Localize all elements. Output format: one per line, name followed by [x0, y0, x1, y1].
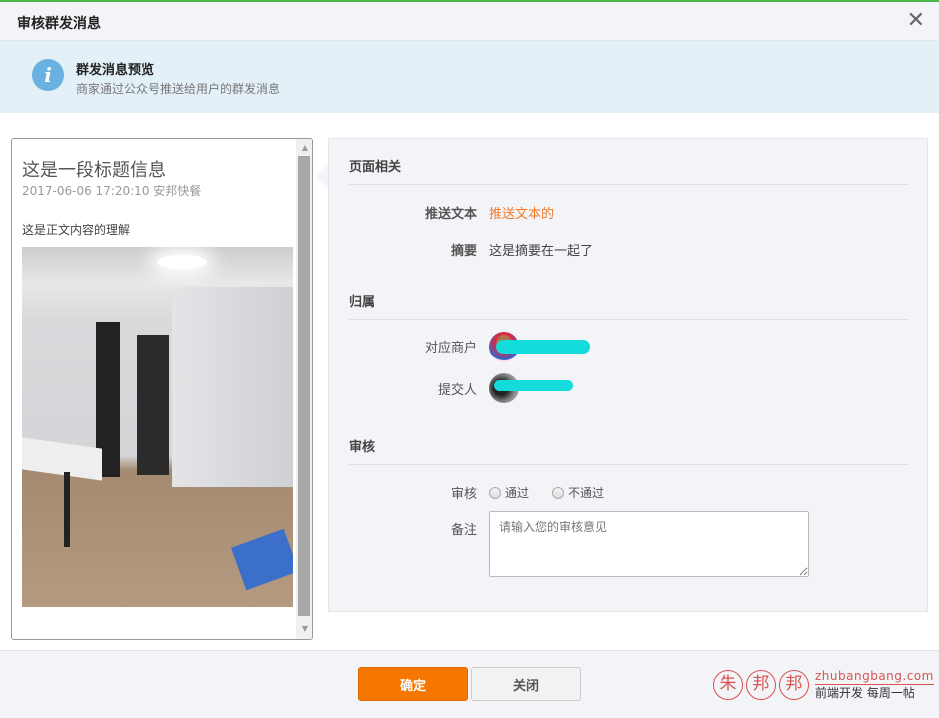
preview-title: 这是一段标题信息: [22, 160, 166, 181]
message-preview-panel: 这是一段标题信息 2017-06-06 17:20:10 安邦快餐 这是正文内容…: [11, 138, 313, 640]
confirm-button[interactable]: 确定: [358, 667, 468, 701]
radio-approve[interactable]: 通过: [489, 484, 529, 501]
radio-reject[interactable]: 不通过: [552, 484, 604, 501]
summary-value: 这是摘要在一起了: [489, 244, 594, 259]
section-heading-page: 页面相关: [349, 160, 402, 175]
close-button[interactable]: 关闭: [471, 667, 581, 701]
scrollbar-thumb[interactable]: [298, 156, 310, 616]
panel-pointer: [316, 165, 328, 189]
preview-meta: 2017-06-06 17:20:10 安邦快餐: [22, 184, 202, 198]
review-note-input[interactable]: [489, 511, 809, 577]
radio-circle-icon[interactable]: [489, 486, 501, 499]
scroll-up-icon[interactable]: ▲: [302, 143, 308, 152]
review-label: 审核: [450, 487, 477, 502]
watermark-slogan: 前端开发 每周一帖: [815, 686, 915, 700]
note-label: 备注: [450, 523, 477, 538]
dialog-title: 审核群发消息: [17, 16, 101, 32]
watermark-logo: 朱 邦 邦 zhubangbang.com 前端开发 每周一帖: [713, 668, 934, 701]
scrollbar[interactable]: ▲ ▼: [296, 139, 312, 639]
push-text-label: 推送文本: [424, 207, 477, 222]
details-panel: 页面相关 推送文本 推送文本的 摘要 这是摘要在一起了 归属 对应商户 提交人 …: [328, 138, 928, 612]
preview-body: 这是正文内容的理解: [22, 223, 131, 237]
banner-title: 群发消息预览: [76, 63, 155, 78]
section-heading-review: 审核: [349, 440, 376, 455]
merchant-name-redacted: [496, 340, 590, 354]
submitter-name-redacted: [494, 380, 573, 391]
preview-image: [22, 247, 293, 607]
merchant-label: 对应商户: [424, 341, 477, 356]
push-text-value: 推送文本的: [489, 207, 555, 222]
close-icon[interactable]: ✕: [907, 8, 925, 33]
watermark-seal: 邦: [746, 669, 776, 700]
section-heading-owner: 归属: [349, 295, 376, 310]
scroll-down-icon[interactable]: ▼: [302, 624, 308, 633]
radio-circle-icon[interactable]: [552, 486, 564, 499]
watermark-site: zhubangbang.com: [815, 669, 934, 685]
divider: [349, 464, 908, 465]
submitter-label: 提交人: [437, 383, 477, 398]
watermark-seal: 朱: [713, 669, 743, 700]
divider: [349, 319, 908, 320]
divider: [349, 184, 908, 185]
banner-subtitle: 商家通过公众号推送给用户的群发消息: [76, 82, 281, 96]
watermark-seal: 邦: [779, 669, 809, 700]
info-icon: i: [32, 59, 64, 91]
dialog-header: 审核群发消息 ✕: [0, 2, 939, 41]
summary-label: 摘要: [450, 244, 477, 259]
